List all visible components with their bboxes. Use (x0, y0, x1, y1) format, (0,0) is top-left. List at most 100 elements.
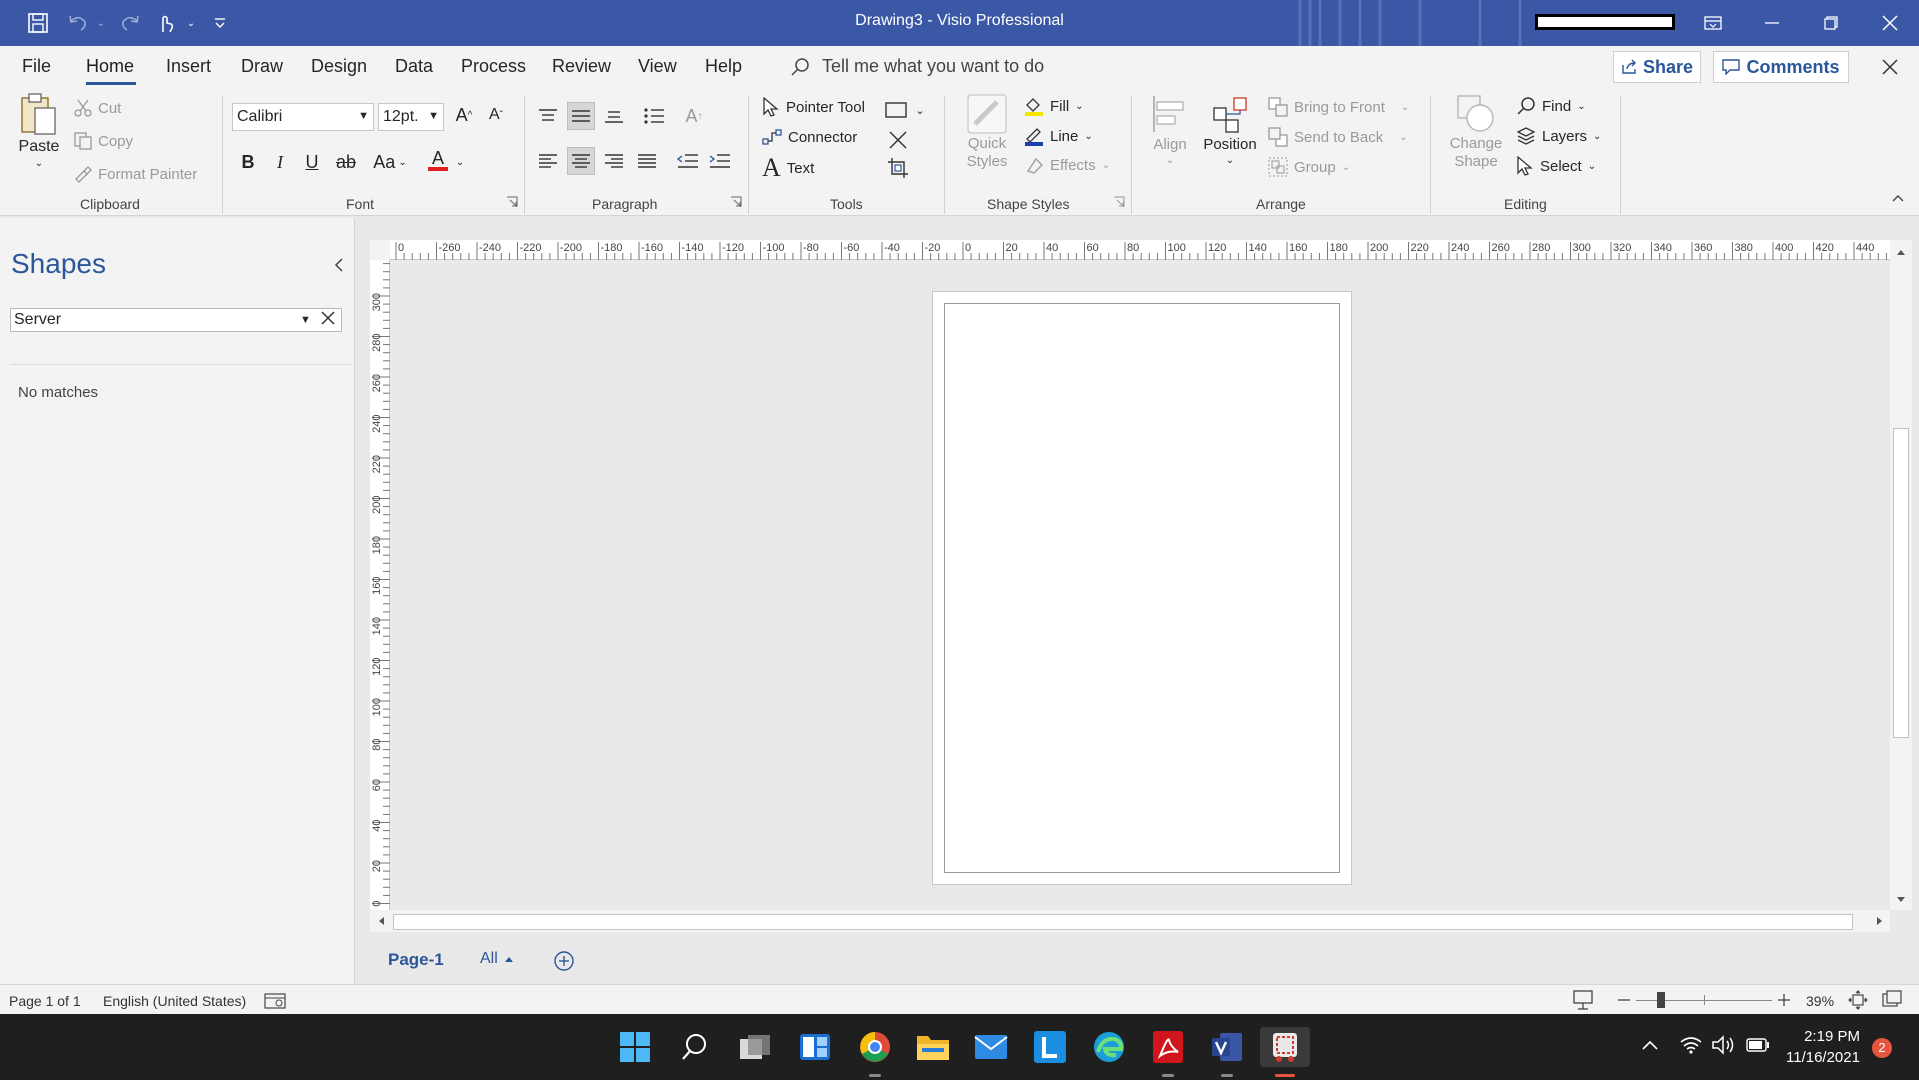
align-button[interactable]: Align ⌄ (1148, 94, 1192, 166)
decrease-indent-icon[interactable] (674, 147, 702, 175)
bullets-icon[interactable] (640, 102, 668, 130)
zoom-slider-thumb[interactable] (1657, 992, 1665, 1008)
page-number-status[interactable]: Page 1 of 1 (9, 993, 81, 1009)
font-color-dropdown-icon[interactable]: ⌄ (452, 148, 468, 176)
scroll-up-icon[interactable] (1896, 248, 1906, 256)
scroll-left-icon[interactable] (377, 916, 385, 926)
file-explorer-icon[interactable] (913, 1027, 953, 1067)
horizontal-ruler[interactable]: 0 -260 -240 -220 -200 -180 -160 -140 -120 -100 -80… (390, 240, 1890, 260)
tell-me-search[interactable]: Tell me what you want to do (790, 56, 1044, 77)
comments-button[interactable]: Comments (1713, 51, 1849, 83)
vertical-ruler[interactable]: 300 280 260 240 220 200 180 160 140 120 100 80 60 40 2… (370, 260, 390, 910)
effects-button[interactable]: Effects ⌄ (1024, 156, 1110, 174)
text-tool-button[interactable]: A Text (762, 155, 814, 181)
restore-icon[interactable] (1811, 6, 1851, 40)
shape-search-input[interactable]: Server (10, 308, 342, 332)
acrobat-icon[interactable] (1148, 1027, 1188, 1067)
add-page-icon[interactable] (553, 950, 575, 972)
send-to-back-button[interactable]: Send to Back ⌄ (1268, 127, 1408, 147)
align-top-icon[interactable] (534, 102, 562, 130)
show-hidden-icons-icon[interactable] (1642, 1040, 1658, 1050)
tab-design[interactable]: Design (311, 56, 367, 77)
widgets-icon[interactable] (795, 1027, 835, 1067)
align-middle-icon[interactable] (567, 102, 595, 130)
tab-review[interactable]: Review (552, 56, 611, 77)
horizontal-scroll-thumb[interactable] (393, 914, 1853, 930)
connection-point-icon[interactable] (884, 126, 912, 154)
page-margin-area[interactable] (944, 303, 1340, 873)
snipping-tool-icon[interactable] (1260, 1027, 1310, 1067)
position-button[interactable]: Position ⌄ (1202, 94, 1258, 166)
zoom-percentage[interactable]: 39% (1806, 993, 1834, 1009)
vertical-scroll-thumb[interactable] (1893, 428, 1909, 738)
format-painter-button[interactable]: Format Painter (74, 165, 197, 183)
connector-button[interactable]: Connector (762, 128, 857, 146)
battery-icon[interactable] (1746, 1038, 1770, 1052)
tab-home[interactable]: Home (86, 56, 134, 77)
lync-app-icon[interactable] (1030, 1027, 1070, 1067)
rectangle-shape-icon[interactable] (884, 96, 908, 124)
underline-button[interactable]: U (298, 148, 326, 176)
tab-draw[interactable]: Draw (241, 56, 283, 77)
tab-page-1[interactable]: Page-1 (388, 950, 444, 970)
line-button[interactable]: Line ⌄ (1024, 126, 1093, 146)
share-button[interactable]: Share (1613, 51, 1701, 83)
tab-view[interactable]: View (638, 56, 677, 77)
tab-help[interactable]: Help (705, 56, 742, 77)
paste-button[interactable]: Paste ⌄ (18, 92, 60, 169)
zoom-out-icon[interactable] (1618, 999, 1630, 1001)
change-shape-button[interactable]: Change Shape (1448, 94, 1504, 170)
notification-badge[interactable]: 2 (1872, 1038, 1892, 1058)
justify-icon[interactable] (633, 147, 661, 175)
scroll-down-icon[interactable] (1896, 896, 1906, 904)
task-view-icon[interactable] (735, 1027, 775, 1067)
visio-taskbar-icon[interactable] (1207, 1027, 1247, 1067)
find-button[interactable]: Find ⌄ (1516, 96, 1586, 116)
account-name-redacted[interactable] (1535, 14, 1675, 30)
dialog-launcher-icon[interactable] (730, 196, 742, 208)
italic-button[interactable]: I (266, 148, 294, 176)
scroll-right-icon[interactable] (1876, 916, 1884, 926)
collapse-ribbon-icon[interactable] (1888, 188, 1908, 208)
macro-recorder-icon[interactable] (264, 991, 286, 1009)
align-left-icon[interactable] (534, 147, 562, 175)
minimize-icon[interactable] (1752, 6, 1792, 40)
dialog-launcher-icon[interactable] (1113, 196, 1125, 208)
align-bottom-icon[interactable] (600, 102, 628, 130)
font-size-select[interactable]: 12pt. ▼ (378, 103, 444, 131)
font-family-select[interactable]: Calibri ▼ (232, 103, 374, 131)
strikethrough-button[interactable]: ab (332, 148, 360, 176)
close-window-icon[interactable] (1870, 6, 1910, 40)
select-button[interactable]: Select ⌄ (1516, 156, 1596, 176)
shrink-font-button[interactable]: Aˇ (482, 101, 510, 129)
fill-button[interactable]: Fill ⌄ (1024, 96, 1084, 116)
zoom-in-icon[interactable] (1778, 994, 1790, 1006)
search-taskbar-icon[interactable] (675, 1027, 715, 1067)
ribbon-display-options-icon[interactable] (1693, 6, 1733, 40)
chrome-icon[interactable] (855, 1027, 895, 1067)
pointer-tool-button[interactable]: Pointer Tool (762, 97, 865, 117)
language-status[interactable]: English (United States) (103, 993, 246, 1009)
volume-icon[interactable] (1712, 1035, 1736, 1055)
all-pages-button[interactable]: All (480, 950, 514, 968)
search-options-dropdown-icon[interactable]: ▼ (300, 314, 311, 326)
copy-button[interactable]: Copy (74, 132, 133, 150)
align-right-icon[interactable] (600, 147, 628, 175)
quick-styles-button[interactable]: Quick Styles (964, 94, 1010, 170)
tab-process[interactable]: Process (461, 56, 526, 77)
increase-indent-icon[interactable] (706, 147, 734, 175)
tab-file[interactable]: File (22, 56, 51, 77)
collapse-panel-icon[interactable] (334, 258, 344, 272)
close-document-icon[interactable] (1877, 54, 1903, 80)
presentation-mode-icon[interactable] (1572, 989, 1594, 1011)
font-color-button[interactable]: A (424, 146, 452, 174)
grow-font-button[interactable]: A ^ (450, 101, 478, 129)
group-button[interactable]: Group ⌄ (1268, 157, 1350, 177)
bring-to-front-button[interactable]: Bring to Front ⌄ (1268, 97, 1409, 117)
text-direction-icon[interactable]: A ↑ (680, 102, 708, 130)
mail-icon[interactable] (971, 1027, 1011, 1067)
crop-tool-icon[interactable] (884, 154, 912, 182)
layers-button[interactable]: Layers ⌄ (1516, 126, 1601, 146)
tab-data[interactable]: Data (395, 56, 433, 77)
tab-insert[interactable]: Insert (166, 56, 211, 77)
